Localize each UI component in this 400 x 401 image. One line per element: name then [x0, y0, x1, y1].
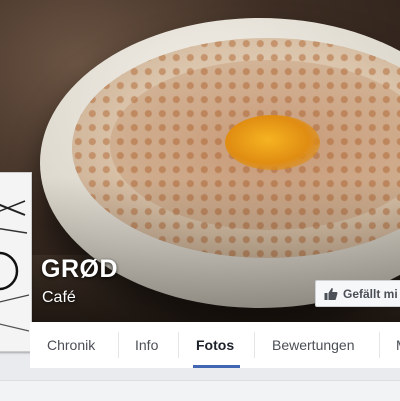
tab-fotos[interactable]: Fotos	[196, 322, 234, 368]
profile-logo-icon	[0, 173, 31, 351]
page-category[interactable]: Café	[42, 289, 76, 307]
tab-separator	[254, 332, 255, 358]
tab-chronik[interactable]: Chronik	[47, 322, 95, 368]
tab-more[interactable]: M	[396, 322, 400, 368]
tab-bewertungen[interactable]: Bewertungen	[272, 322, 355, 368]
content-area-top	[0, 380, 400, 401]
like-button-label: Gefällt mi	[343, 286, 398, 301]
tab-separator	[118, 332, 119, 358]
like-button[interactable]: Gefällt mi	[315, 280, 400, 307]
tab-info[interactable]: Info	[135, 322, 158, 368]
tab-separator	[379, 332, 380, 358]
tab-separator	[178, 332, 179, 358]
page-name[interactable]: GRØD	[41, 255, 118, 284]
thumbs-up-icon	[324, 287, 338, 301]
profile-picture[interactable]	[0, 172, 32, 352]
